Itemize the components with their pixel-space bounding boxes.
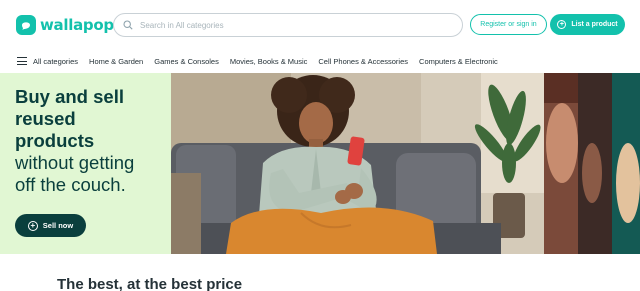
hero-side-photos [544,73,640,254]
category-home-garden[interactable]: Home & Garden [89,57,143,66]
section-title: The best, at the best price [57,276,243,291]
search-bar[interactable] [113,13,463,37]
sell-now-label: Sell now [42,221,74,230]
headline-line-3: products [15,130,95,151]
search-input[interactable] [140,20,440,30]
category-games-consoles[interactable]: Games & Consoles [154,57,219,66]
search-icon [123,20,133,30]
list-product-button[interactable]: + List a product [550,14,625,35]
headline-line-2: reused [15,108,76,129]
plus-circle-icon: + [557,20,567,29]
register-signin-button[interactable]: Register or sign in [470,14,547,35]
wallapop-logo-icon [16,15,36,35]
hero-photo [171,73,544,254]
logo-wordmark: wallapop [40,16,114,34]
sell-now-button[interactable]: + Sell now [15,214,86,237]
list-product-label: List a product [571,21,618,28]
hero-banner: Buy and sell reused products without get… [0,73,640,254]
hamburger-menu-icon[interactable] [17,57,27,65]
headline-line-1: Buy and sell [15,86,124,107]
category-computers-electronic[interactable]: Computers & Electronic [419,57,498,66]
hero-headline: Buy and sell reused products without get… [15,86,134,196]
hero-text-panel: Buy and sell reused products without get… [0,73,171,254]
category-all[interactable]: All categories [33,57,78,66]
headline-line-4: without getting [15,152,135,173]
plus-circle-icon: + [27,220,38,231]
wallapop-logo[interactable]: wallapop [16,14,114,36]
category-cell-phones[interactable]: Cell Phones & Accessories [318,57,408,66]
category-movies-books-music[interactable]: Movies, Books & Music [230,57,308,66]
headline-line-5: off the couch. [15,174,126,195]
top-header: wallapop Register or sign in + List a pr… [0,0,640,50]
category-nav: All categories Home & Garden Games & Con… [0,50,640,72]
